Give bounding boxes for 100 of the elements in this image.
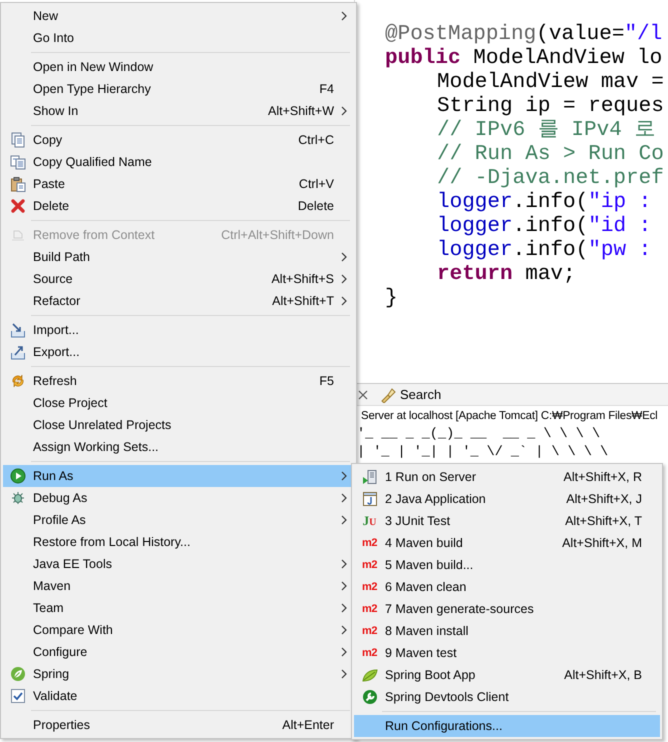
checkbox-icon <box>10 688 26 704</box>
leaf-icon <box>10 666 26 682</box>
menu-item[interactable]: m2 7 Maven generate-sources <box>354 598 660 620</box>
menu-item[interactable]: m2 4 Maven build Alt+Shift+X, M <box>354 532 660 554</box>
menu-item[interactable]: Copy Qualified Name <box>3 151 354 173</box>
bug-icon <box>10 490 26 506</box>
chevron-icon <box>341 106 347 116</box>
menu-item[interactable]: Export... <box>3 341 354 363</box>
chevron-icon <box>341 252 347 262</box>
console-line: '_ __ _ _(_)_ __ __ _ \ \ \ \ <box>356 426 600 444</box>
chevron-icon <box>341 515 347 526</box>
shortcut-text: Alt+Shift+W <box>268 102 334 120</box>
menu-item[interactable]: m2 8 Maven install <box>354 620 660 642</box>
tool-icon: JU <box>362 514 376 528</box>
menu-item[interactable]: Delete Delete <box>3 195 354 217</box>
chevron-icon <box>341 471 347 482</box>
menu-item[interactable]: Debug As <box>3 487 354 509</box>
tool-icon: m2 <box>362 538 377 548</box>
menu-item[interactable]: Configure <box>3 641 354 663</box>
server-icon <box>362 469 378 485</box>
chevron-icon <box>341 296 347 306</box>
chevron-icon <box>341 581 347 592</box>
chevron-icon <box>341 274 347 284</box>
menu-item[interactable]: Import... <box>3 319 354 341</box>
shortcut-text: Ctrl+V <box>298 176 334 193</box>
code-line: // Run As > Run Co <box>437 143 664 167</box>
tool-icon: m2 <box>362 582 377 592</box>
menu-item[interactable]: Go Into <box>3 27 354 49</box>
shortcut-text: Delete <box>298 198 334 215</box>
shortcut-text: Alt+Shift+X, R <box>563 468 642 486</box>
shortcut-text: Alt+Shift+X, B <box>564 666 642 684</box>
menu-item[interactable]: Close Unrelated Projects <box>3 414 354 436</box>
code-line: return mav; <box>437 263 576 287</box>
menu-item[interactable]: Refactor Alt+Shift+T <box>3 290 354 312</box>
console-header: Server at localhost [Apache Tomcat] C:₩Program Files₩Ecl <box>360 409 658 424</box>
menu-item[interactable]: m2 9 Maven test <box>354 642 660 664</box>
tool-icon: m2 <box>362 648 377 658</box>
menu-item[interactable]: Validate <box>3 685 354 707</box>
copy-icon <box>10 154 26 170</box>
menu-item[interactable]: Spring Boot App Alt+Shift+X, B <box>354 664 660 686</box>
clipboard-icon <box>10 176 26 192</box>
code-line: } <box>385 287 398 311</box>
refresh-icon <box>10 373 26 389</box>
delete-icon <box>10 198 26 214</box>
console-line: | '_ | '_| | '_ \/ _` | \ \ \ \ <box>356 444 608 462</box>
menu-item[interactable]: Run As <box>3 465 354 487</box>
tool-icon: m2 <box>362 560 377 570</box>
window-icon <box>362 491 378 507</box>
copy-icon <box>10 132 26 148</box>
code-line: // IPv6 를 IPv4 로 <box>437 119 656 143</box>
shortcut-text: Alt+Shift+X, J <box>566 490 642 508</box>
menu-item[interactable]: Properties Alt+Enter <box>3 714 354 736</box>
menu-item[interactable]: New <box>3 5 354 27</box>
menu-item[interactable]: JU 3 JUnit Test Alt+Shift+X, T <box>354 510 660 532</box>
chevron-icon <box>341 559 347 570</box>
tool-icon: m2 <box>362 604 377 614</box>
shortcut-text: Alt+Shift+X, T <box>565 512 642 530</box>
menu-item[interactable]: Refresh F5 <box>3 370 354 392</box>
close-icon[interactable] <box>358 390 368 400</box>
menu-item[interactable]: 2 Java Application Alt+Shift+X, J <box>354 488 660 510</box>
flashlight-icon <box>380 386 396 402</box>
chevron-icon <box>341 625 347 636</box>
run-icon <box>10 468 26 484</box>
menu-item[interactable]: 1 Run on Server Alt+Shift+X, R <box>354 466 660 488</box>
code-line: logger.info("id : <box>437 215 652 239</box>
code-line: String ip = reques <box>437 95 664 119</box>
chevron-icon <box>341 603 347 614</box>
menu-item[interactable]: Close Project <box>3 392 354 414</box>
menu-item[interactable]: m2 5 Maven build... <box>354 554 660 576</box>
menu-item[interactable]: Team <box>3 597 354 619</box>
shortcut-text: Alt+Enter <box>282 716 334 734</box>
shortcut-text: Ctrl+C <box>298 132 334 149</box>
chevron-icon <box>341 647 347 658</box>
shortcut-text: F5 <box>319 372 334 390</box>
code-line: logger.info("pw : <box>437 239 652 263</box>
leaf-icon <box>362 667 378 683</box>
menu-item[interactable]: Assign Working Sets... <box>3 436 354 458</box>
menu-item[interactable]: Show In Alt+Shift+W <box>3 100 354 122</box>
menu-item[interactable]: Compare With <box>3 619 354 641</box>
menu-item[interactable]: Open Type Hierarchy F4 <box>3 78 354 100</box>
menu-item[interactable]: Spring Devtools Client <box>354 686 660 708</box>
menu-item[interactable]: Open in New Window <box>3 56 354 78</box>
chevron-icon <box>341 669 347 680</box>
code-line: public ModelAndView lo <box>385 47 662 71</box>
menu-item[interactable]: Run Configurations... <box>354 715 660 737</box>
menu-item[interactable]: Restore from Local History... <box>3 531 354 553</box>
menu-item[interactable]: Paste Ctrl+V <box>3 173 354 195</box>
menu-item[interactable]: Spring <box>3 663 354 685</box>
shortcut-text: Alt+Shift+S <box>271 270 334 288</box>
menu-item[interactable]: Copy Ctrl+C <box>3 129 354 151</box>
menu-item[interactable]: Build Path <box>3 246 354 268</box>
shortcut-text: F4 <box>319 80 334 98</box>
wrench-icon <box>362 689 378 705</box>
chevron-icon <box>341 11 347 22</box>
menu-item[interactable]: m2 6 Maven clean <box>354 576 660 598</box>
menu-item[interactable]: Java EE Tools <box>3 553 354 575</box>
menu-item[interactable]: Source Alt+Shift+S <box>3 268 354 290</box>
menu-item[interactable]: Maven <box>3 575 354 597</box>
import-icon <box>10 322 26 338</box>
menu-item[interactable]: Profile As <box>3 509 354 531</box>
